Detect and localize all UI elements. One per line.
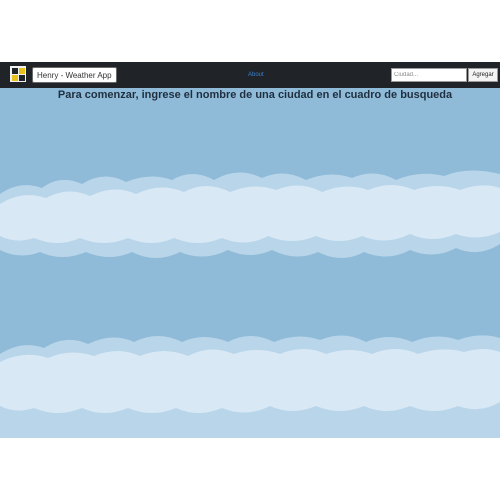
brand-button[interactable]: Henry - Weather App bbox=[32, 67, 117, 83]
city-search-input[interactable] bbox=[391, 68, 467, 82]
about-link[interactable]: About bbox=[248, 70, 264, 80]
app-window: Henry - Weather App About Agregar Para c… bbox=[0, 62, 500, 438]
logo-square bbox=[19, 68, 25, 74]
cloud-background bbox=[0, 170, 500, 438]
logo-square bbox=[12, 68, 18, 74]
navbar: Henry - Weather App About Agregar bbox=[0, 62, 500, 88]
lower-cloud-band bbox=[0, 335, 500, 438]
grid-logo-icon[interactable] bbox=[10, 66, 26, 82]
instruction-message: Para comenzar, ingrese el nombre de una … bbox=[57, 89, 453, 101]
add-city-button[interactable]: Agregar bbox=[468, 68, 498, 82]
logo-square bbox=[12, 75, 18, 81]
upper-cloud-band bbox=[0, 170, 500, 258]
logo-square bbox=[19, 75, 25, 81]
